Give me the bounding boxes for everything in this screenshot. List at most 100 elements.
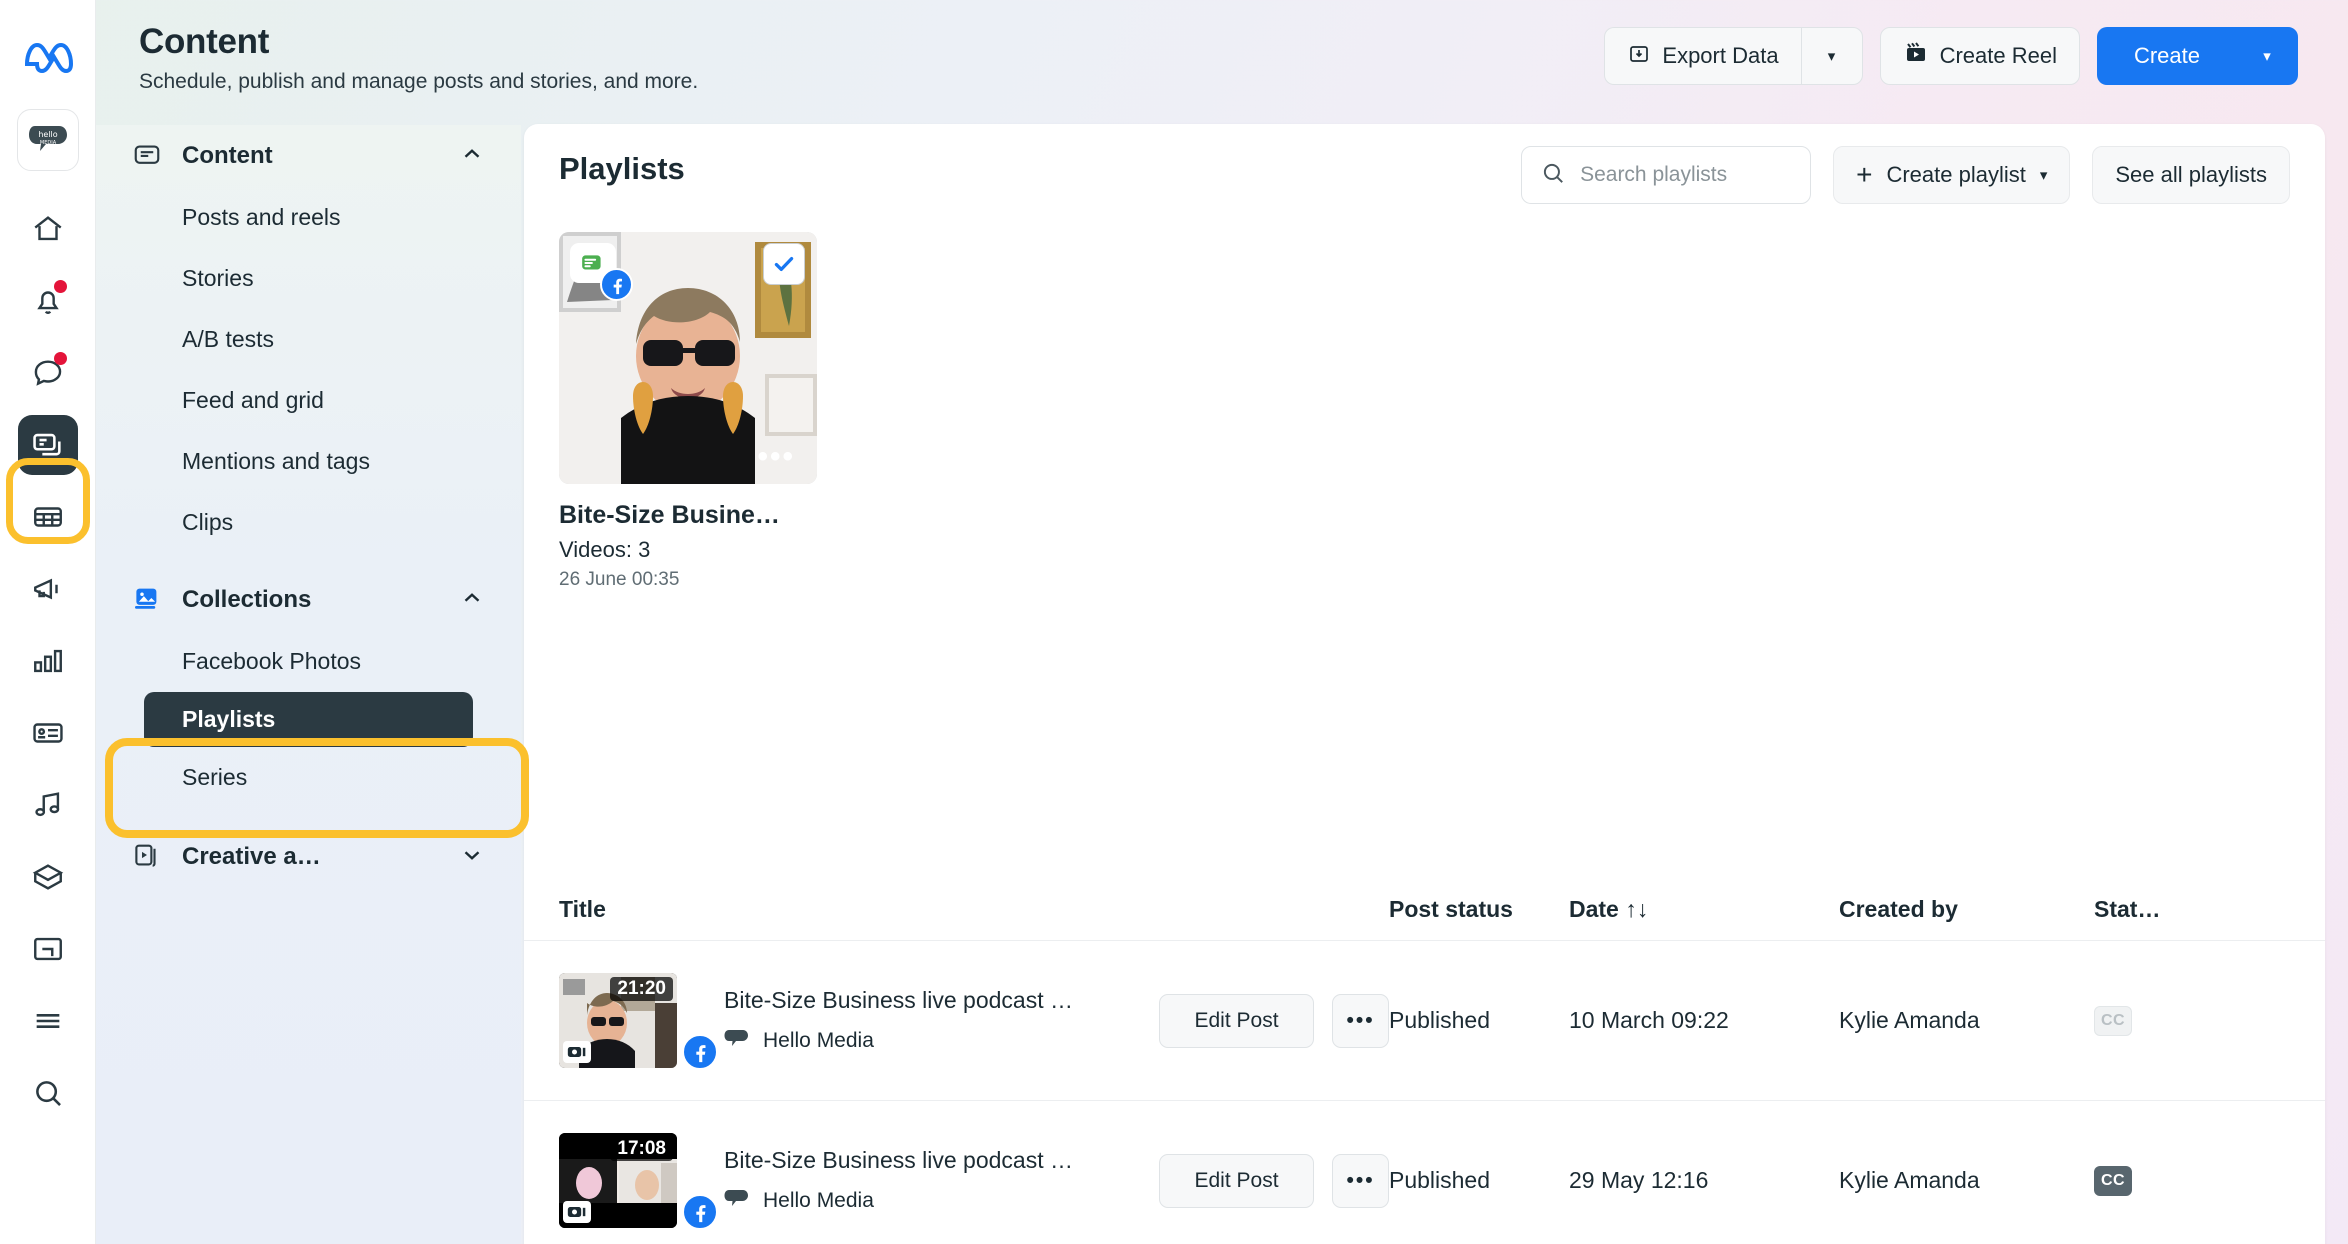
more-icon[interactable] (18, 991, 78, 1051)
page-title: Content (139, 22, 270, 61)
cc-badge: CC (2094, 1165, 2132, 1196)
playlist-video-count: Videos: 3 (559, 537, 651, 562)
meta-logo[interactable] (22, 38, 74, 79)
playlists-header: Playlists + Create playlist ▾ See all pl… (524, 124, 2325, 232)
insights-icon[interactable] (18, 631, 78, 691)
sidebar-item-series[interactable]: Series (96, 747, 521, 808)
row-actions: Edit Post ••• (1159, 1153, 1389, 1208)
header-actions: Export Data ▾ Create Reel Create ▾ (1604, 27, 2298, 85)
sidebar-item-facebook-photos[interactable]: Facebook Photos (96, 631, 521, 692)
chevron-down-icon: ▾ (2263, 47, 2271, 65)
icon-rail: hello MEDIA (0, 0, 96, 1244)
search-playlists-input[interactable] (1580, 163, 1793, 187)
export-icon (1627, 41, 1651, 71)
messages-icon[interactable] (18, 343, 78, 403)
facebook-icon (681, 1193, 719, 1231)
ads-icon[interactable] (18, 559, 78, 619)
chevron-up-icon[interactable] (459, 585, 485, 616)
table-row[interactable]: 17:08 Bite-Size Business live podcast … … (524, 1101, 2325, 1244)
sidebar-group-label: Content (182, 142, 273, 169)
row-title[interactable]: Bite-Size Business live podcast … (724, 1147, 1159, 1174)
notifications-icon[interactable] (18, 271, 78, 331)
column-header-created-by[interactable]: Created by (1839, 896, 2094, 923)
row-thumbnail-wrap: 17:08 (559, 1133, 724, 1231)
column-header-title[interactable]: Title (559, 896, 1159, 923)
sidebar-item-feed-and-grid[interactable]: Feed and grid (96, 370, 521, 431)
create-reel-button[interactable]: Create Reel (1879, 27, 2080, 85)
row-page: Hello Media (724, 1187, 1159, 1215)
export-data-dropdown[interactable]: ▾ (1800, 27, 1863, 85)
chevron-down-icon: ▾ (2039, 166, 2048, 184)
chevron-down-icon[interactable] (459, 842, 485, 873)
home-icon[interactable] (18, 199, 78, 259)
monetisation-icon[interactable] (18, 703, 78, 763)
see-all-playlists-button[interactable]: See all playlists (2092, 146, 2290, 204)
row-date: 10 March 09:22 (1569, 1007, 1729, 1033)
playlist-thumbnail[interactable]: ••• (559, 232, 817, 484)
create-dropdown[interactable]: ▾ (2236, 27, 2298, 85)
sidebar-group-creative-apps[interactable]: Creative a… (96, 826, 521, 888)
svg-text:MEDIA: MEDIA (39, 140, 56, 146)
chevron-up-icon[interactable] (459, 141, 485, 172)
message-badge (53, 352, 67, 365)
video-thumbnail[interactable]: 21:20 (559, 973, 677, 1068)
apps-icon[interactable] (18, 847, 78, 907)
table-row[interactable]: 21:20 Bite-Size Business live podcast … … (524, 941, 2325, 1101)
sound-icon[interactable] (18, 775, 78, 835)
row-actions: Edit Post ••• (1159, 993, 1389, 1048)
content-icon[interactable] (17, 415, 78, 475)
sidebar-group-label: Creative a… (182, 843, 321, 870)
create-split-button: Create ▾ (2096, 27, 2298, 85)
sidebar-group-collections[interactable]: Collections (96, 569, 521, 631)
row-more-menu[interactable]: ••• (1332, 1153, 1389, 1208)
sidebar-item-clips[interactable]: Clips (96, 492, 521, 553)
playlist-more-menu[interactable]: ••• (757, 442, 795, 472)
export-data-button[interactable]: Export Data (1604, 27, 1801, 85)
row-title[interactable]: Bite-Size Business live podcast … (724, 987, 1159, 1014)
create-label: Create (2133, 43, 2200, 68)
row-created-by: Kylie Amanda (1839, 1167, 1980, 1193)
create-playlist-button[interactable]: + Create playlist ▾ (1833, 146, 2071, 204)
sidebar-group-content[interactable]: Content (96, 125, 521, 187)
search-icon[interactable] (18, 1063, 78, 1123)
row-status-badges: CC (2094, 1005, 2214, 1036)
see-all-playlists-label: See all playlists (2115, 162, 2267, 187)
playlist-date: 26 June 00:35 (559, 569, 680, 590)
edit-post-button[interactable]: Edit Post (1159, 1153, 1315, 1208)
content-list-icon (132, 139, 162, 174)
row-thumbnail-wrap: 21:20 (559, 973, 724, 1071)
facebook-icon (681, 1033, 719, 1071)
column-header-post-status[interactable]: Post status (1389, 896, 1569, 923)
column-header-status[interactable]: Stat… (2094, 896, 2214, 923)
videos-table: Title Post status Date ↑↓ Created by Sta… (524, 879, 2325, 1244)
search-icon (1540, 160, 1566, 191)
create-button[interactable]: Create (2096, 27, 2236, 85)
table-header-row: Title Post status Date ↑↓ Created by Sta… (524, 879, 2325, 941)
row-post-status: Published (1389, 1007, 1491, 1033)
sidebar-item-posts-and-reels[interactable]: Posts and reels (96, 187, 521, 248)
sidebar-item-mentions-and-tags[interactable]: Mentions and tags (96, 431, 521, 492)
column-header-date[interactable]: Date ↑↓ (1569, 896, 1839, 923)
templates-icon[interactable] (18, 919, 78, 979)
playlists-title: Playlists (559, 151, 685, 186)
planner-icon[interactable] (18, 487, 78, 547)
avatar[interactable]: hello MEDIA (16, 109, 79, 171)
video-type-icon (563, 1041, 591, 1063)
edit-post-button[interactable]: Edit Post (1159, 993, 1315, 1048)
sidebar-item-stories[interactable]: Stories (96, 248, 521, 309)
content-card: Playlists + Create playlist ▾ See all pl… (524, 124, 2325, 1244)
row-page-name: Hello Media (763, 1188, 874, 1212)
playlist-selected-checkbox[interactable] (763, 243, 805, 285)
plus-icon: + (1856, 159, 1873, 190)
row-date: 29 May 12:16 (1569, 1167, 1709, 1193)
sidebar-item-ab-tests[interactable]: A/B tests (96, 309, 521, 370)
chevron-down-icon: ▾ (1827, 47, 1836, 65)
sidebar-item-playlists[interactable]: Playlists (144, 692, 473, 747)
reel-icon (1903, 41, 1929, 71)
row-more-menu[interactable]: ••• (1332, 993, 1389, 1048)
playlist-card[interactable]: ••• Bite-Size Busine… Videos: 3 26 June … (559, 232, 817, 591)
page-subtitle: Schedule, publish and manage posts and s… (139, 70, 699, 93)
create-playlist-label: Create playlist (1886, 162, 2026, 187)
search-playlists-box[interactable] (1521, 146, 1812, 204)
video-thumbnail[interactable]: 17:08 (559, 1133, 677, 1228)
